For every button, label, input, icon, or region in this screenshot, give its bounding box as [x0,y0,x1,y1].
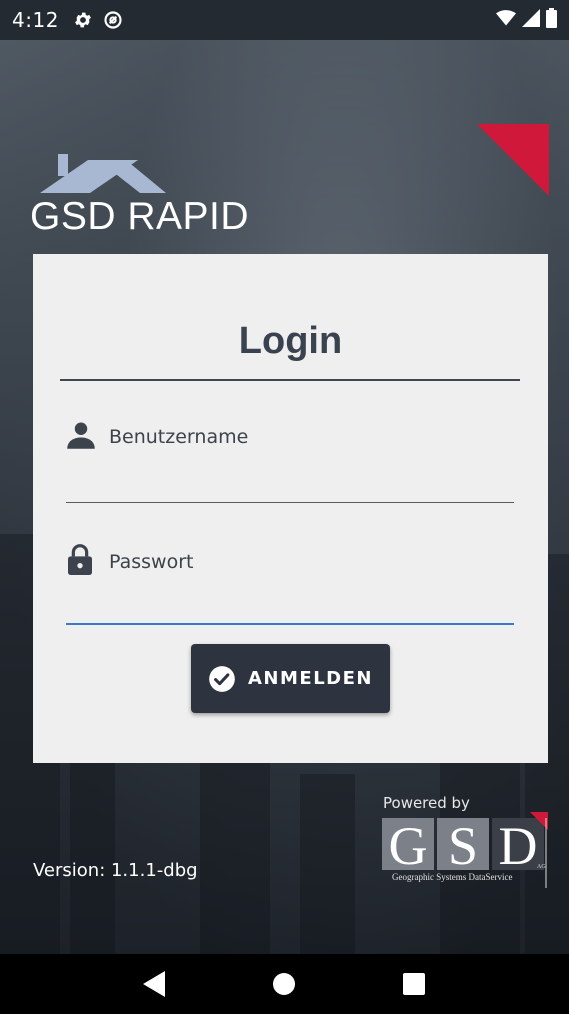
app-name: GSD RAPID [30,195,250,238]
username-placeholder: Benutzername [109,426,249,448]
status-time: 4:12 [12,8,59,32]
home-icon[interactable] [259,959,309,1009]
settings-icon [73,10,93,30]
login-button-label: ANMELDEN [248,668,373,689]
person-icon [66,420,96,454]
recents-icon[interactable] [389,959,439,1009]
sync-icon [103,10,123,30]
back-icon[interactable] [130,959,180,1009]
svg-text:AG: AG [537,864,546,870]
svg-text:D: D [499,816,538,876]
nav-bar [0,954,569,1014]
svg-text:G: G [389,816,428,876]
signal-icon [522,8,540,32]
password-underline-active [66,623,514,625]
lock-icon [68,543,92,579]
wifi-icon [496,8,516,32]
gsd-company-name: Geographic Systems DataService [392,872,513,882]
version-label: Version: 1.1.1-dbg [33,860,198,881]
title-divider [60,379,520,381]
powered-by-label: Powered by [383,794,470,812]
brand-corner-triangle [477,124,549,196]
battery-icon [546,7,557,33]
login-card: Login Benutzername Passwort ANMELDEN [33,254,548,763]
check-circle-icon [208,665,236,693]
username-field[interactable]: Benutzername [66,414,514,504]
username-underline [66,502,514,503]
password-field[interactable]: Passwort [66,539,514,629]
status-bar: 4:12 [0,0,569,40]
login-button[interactable]: ANMELDEN [191,644,390,713]
login-title: Login [238,320,343,362]
password-placeholder: Passwort [109,551,194,573]
svg-text:S: S [448,816,478,876]
